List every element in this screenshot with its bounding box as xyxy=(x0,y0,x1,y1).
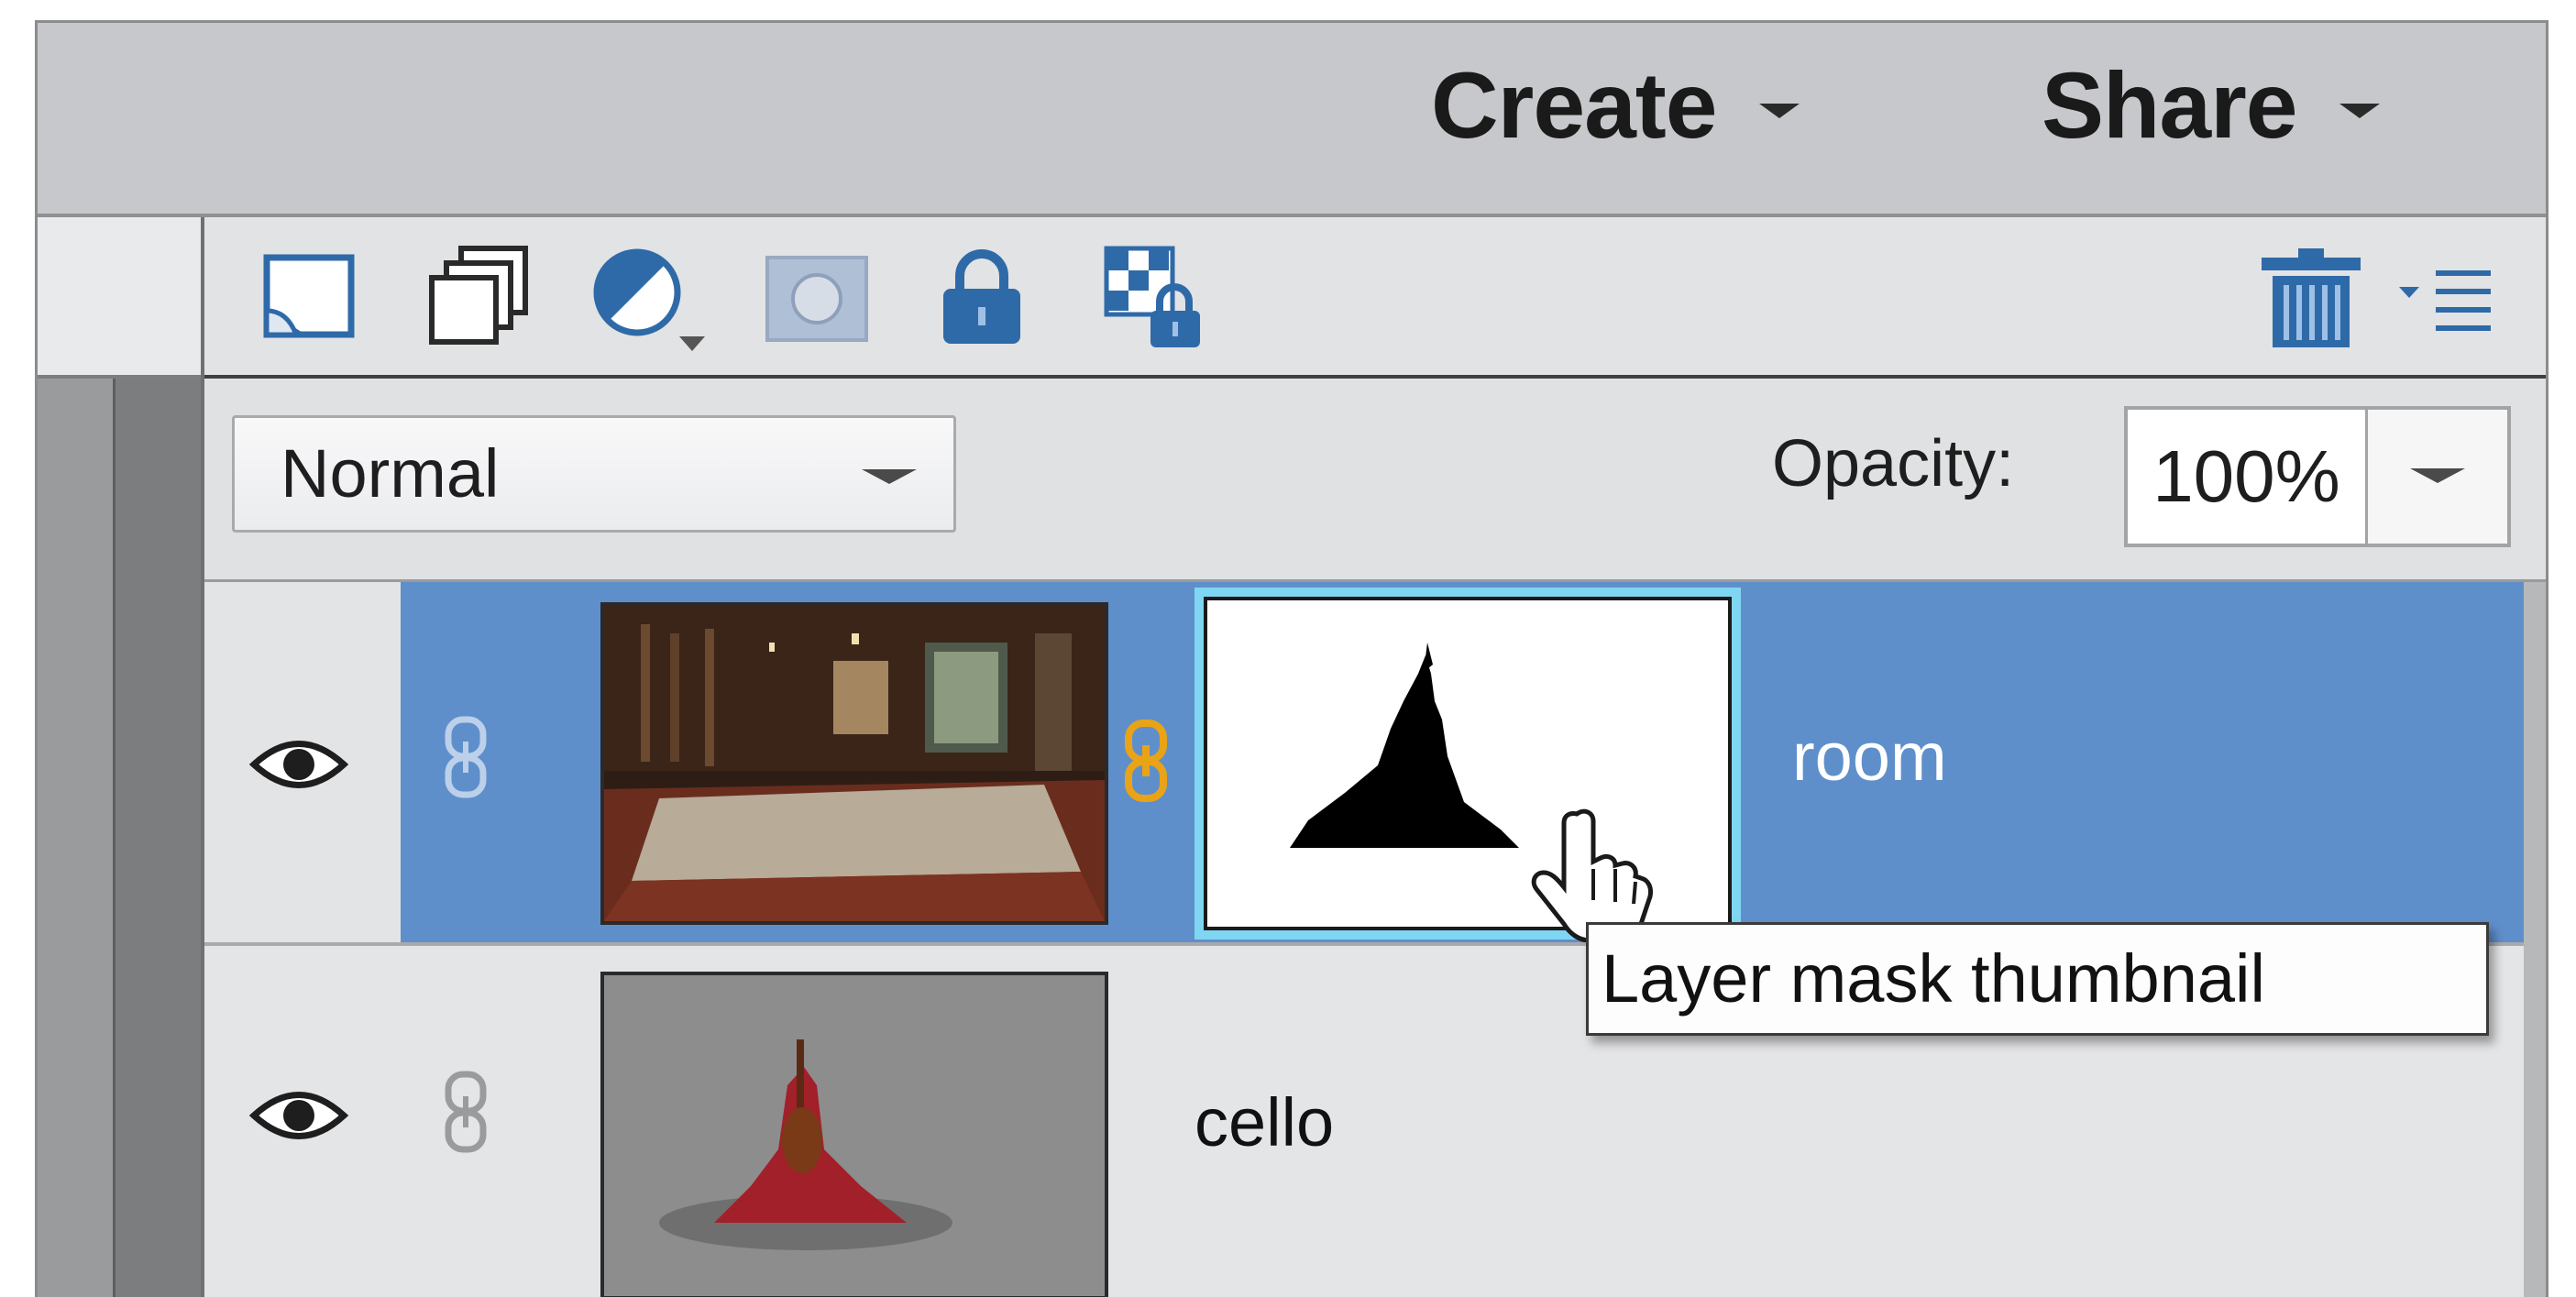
layer-thumbnail-cello[interactable] xyxy=(600,972,1108,1297)
lock-transparency-icon[interactable] xyxy=(1103,245,1213,351)
layer-name-cello: cello xyxy=(1194,1084,1335,1160)
chevron-down-icon xyxy=(2339,104,2380,118)
new-group-icon[interactable] xyxy=(424,245,534,347)
header-bar: Create Share xyxy=(38,23,2546,217)
blend-mode-value: Normal xyxy=(281,435,500,511)
left-dock-strip xyxy=(38,379,113,1297)
opacity-label: Opacity: xyxy=(1772,427,2015,500)
opacity-control: 100% xyxy=(2124,406,2511,547)
tooltip: Layer mask thumbnail xyxy=(1586,922,2489,1036)
blend-options-row: Normal Opacity: 100% xyxy=(204,379,2546,582)
link-icon[interactable] xyxy=(443,716,489,803)
opacity-dropdown-icon[interactable] xyxy=(2410,468,2465,483)
layer-row-room[interactable]: room xyxy=(204,582,2524,946)
layers-toolbar xyxy=(204,217,2546,379)
trash-icon[interactable] xyxy=(2262,248,2361,349)
blend-mode-select[interactable]: Normal xyxy=(232,415,956,533)
panel-menu-icon[interactable] xyxy=(2395,265,2496,338)
eye-icon[interactable] xyxy=(248,1083,349,1152)
left-dock-tab[interactable] xyxy=(38,217,201,379)
scrollbar[interactable] xyxy=(2524,582,2546,1297)
mask-link-icon[interactable] xyxy=(1123,720,1169,807)
layers-panel: Normal Opacity: 100% room cello xyxy=(201,217,2546,1297)
chevron-down-icon xyxy=(1758,104,1800,118)
create-button[interactable]: Create xyxy=(1431,41,1800,170)
add-mask-icon[interactable] xyxy=(764,254,870,344)
new-layer-icon[interactable] xyxy=(259,250,360,342)
opacity-input[interactable]: 100% xyxy=(2128,410,2368,544)
adjustment-layer-icon[interactable] xyxy=(589,245,727,355)
layers-panel-window: Create Share Normal Opacity: 100% room c… xyxy=(35,20,2548,1297)
link-icon[interactable] xyxy=(443,1071,489,1158)
left-dock-divider xyxy=(113,379,201,1297)
layer-thumbnail-room[interactable] xyxy=(600,602,1108,925)
chevron-down-icon xyxy=(862,469,917,484)
eye-icon[interactable] xyxy=(248,732,349,801)
lock-all-icon[interactable] xyxy=(936,245,1028,347)
create-label: Create xyxy=(1431,52,1718,158)
share-button[interactable]: Share xyxy=(2042,41,2380,170)
share-label: Share xyxy=(2042,52,2297,158)
layer-name-room: room xyxy=(1792,719,1947,795)
